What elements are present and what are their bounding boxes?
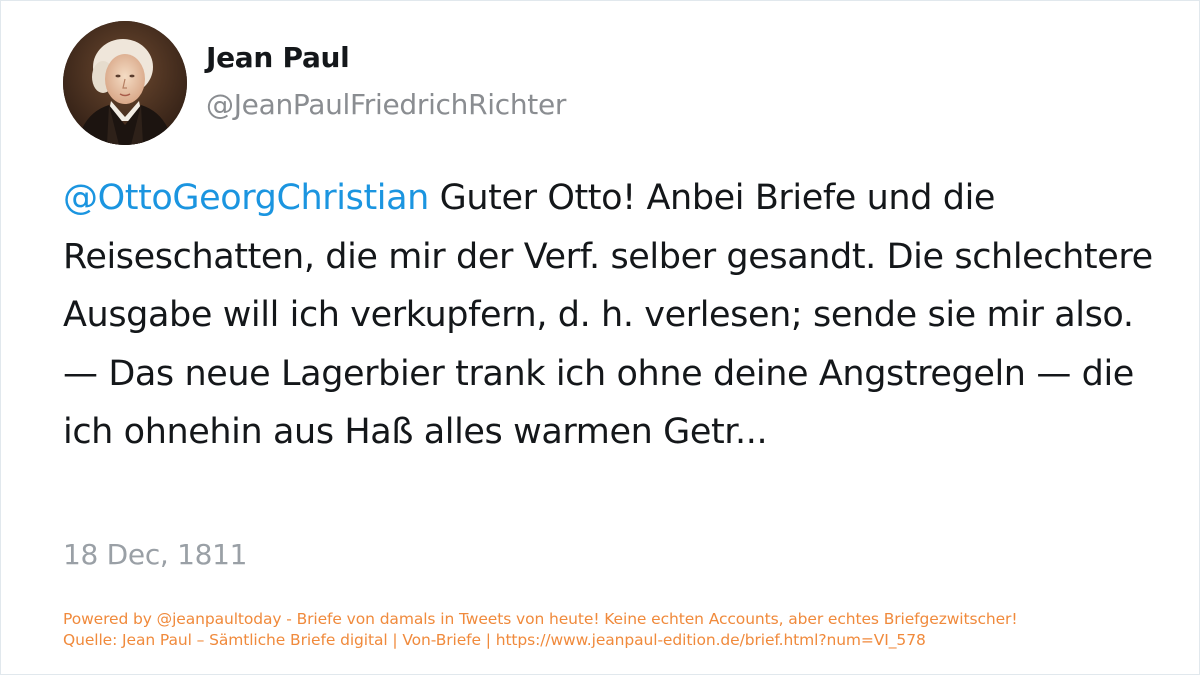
display-name[interactable]: Jean Paul (206, 41, 350, 74)
footer-powered-by: Powered by @jeanpaultoday - Briefe von d… (63, 610, 1018, 628)
tweet-timestamp[interactable]: 18 Dec, 1811 (63, 538, 247, 571)
footer-source: Quelle: Jean Paul – Sämtliche Briefe dig… (63, 631, 926, 649)
portrait-avatar-icon (63, 21, 187, 145)
tweet-body: Guter Otto! Anbei Briefe und die Reisesc… (63, 178, 1153, 452)
mention-link[interactable]: @OttoGeorgChristian (63, 178, 429, 218)
avatar[interactable] (63, 21, 187, 145)
footer-credits: Powered by @jeanpaultoday - Briefe von d… (63, 609, 1183, 651)
user-handle[interactable]: @JeanPaulFriedrichRichter (206, 88, 566, 121)
tweet-text: @OttoGeorgChristian Guter Otto! Anbei Br… (63, 169, 1153, 462)
tweet-card: Jean Paul @JeanPaulFriedrichRichter @Ott… (0, 0, 1200, 675)
